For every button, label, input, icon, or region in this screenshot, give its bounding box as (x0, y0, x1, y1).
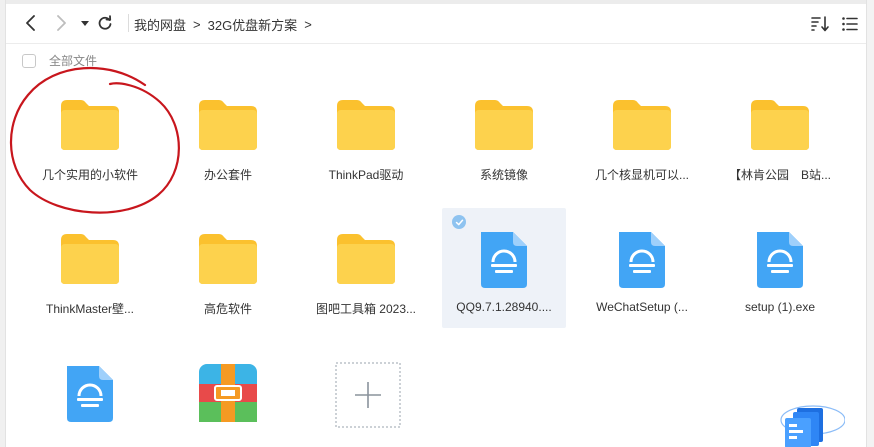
file-grid-item[interactable]: QQ9.7.1.28940.... (442, 208, 566, 328)
back-button[interactable] (20, 12, 42, 34)
floating-app-widget[interactable] (775, 400, 846, 447)
refresh-button[interactable] (94, 12, 116, 34)
item-label: 高危软件 (203, 302, 252, 316)
sort-icon (811, 16, 829, 32)
item-icon-wrap (59, 362, 121, 424)
toolbar-divider (128, 14, 129, 32)
toolbar: 我的网盘 > 32G优盘新方案 > (6, 4, 866, 42)
item-icon-wrap (197, 94, 259, 156)
history-dropdown-button[interactable] (74, 12, 96, 34)
file-grid-item[interactable]: 图吧工具箱 2023... (304, 208, 428, 328)
floating-app-icon (780, 405, 846, 447)
list-view-button[interactable] (840, 14, 860, 34)
selected-check-icon[interactable] (452, 215, 466, 229)
window-right-scrollbar-track[interactable] (866, 0, 874, 447)
folder-icon (337, 100, 395, 150)
file-grid-item[interactable] (28, 342, 152, 447)
select-all-label: 全部文件 (49, 54, 98, 68)
installer-file-icon (481, 232, 527, 288)
add-new-item[interactable] (304, 342, 428, 447)
item-label: ThinkPad驱动 (328, 168, 404, 182)
window-left-edge (0, 0, 6, 447)
item-icon-wrap (59, 94, 121, 156)
add-plus-icon (335, 362, 401, 428)
file-grid-item[interactable]: 系统镜像 (442, 74, 566, 194)
item-label: 系统镜像 (479, 168, 528, 182)
file-grid-item[interactable]: ThinkPad驱动 (304, 74, 428, 194)
breadcrumb-separator: > (304, 17, 312, 32)
history-dropdown-icon (81, 21, 89, 26)
refresh-icon (98, 15, 112, 30)
item-icon-wrap (197, 362, 259, 424)
folder-icon (199, 234, 257, 284)
back-arrow-icon (26, 15, 35, 31)
item-label: 几个实用的小软件 (41, 168, 138, 182)
file-grid-item[interactable]: setup (1).exe (718, 208, 842, 328)
folder-icon (61, 234, 119, 284)
file-grid-item[interactable]: 高危软件 (166, 208, 290, 328)
breadcrumb-separator: > (193, 17, 201, 32)
item-icon-wrap (335, 362, 401, 428)
item-icon-wrap (197, 228, 259, 290)
folder-icon (61, 100, 119, 150)
file-grid-item[interactable]: WeChatSetup (... (580, 208, 704, 328)
file-grid-item[interactable]: 【林肯公园 B站... (718, 74, 842, 194)
item-label: 几个核显机可以... (594, 168, 689, 182)
item-label: setup (1).exe (744, 300, 816, 314)
item-icon-wrap (749, 94, 811, 156)
folder-icon (751, 100, 809, 150)
breadcrumb: 我的网盘 > 32G优盘新方案 > (134, 15, 319, 34)
archive-file-icon (199, 364, 257, 422)
folder-icon (199, 100, 257, 150)
item-label: 【林肯公园 B站... (728, 168, 831, 182)
item-icon-wrap (335, 94, 397, 156)
installer-file-icon (619, 232, 665, 288)
list-view-icon (842, 17, 858, 31)
item-icon-wrap (611, 228, 673, 290)
file-grid-item[interactable]: 几个实用的小软件 (28, 74, 152, 194)
installer-file-icon (67, 366, 113, 422)
file-grid-item[interactable] (166, 342, 290, 447)
item-icon-wrap (611, 94, 673, 156)
select-all-row: 全部文件 (22, 52, 97, 69)
installer-file-icon (757, 232, 803, 288)
toolbar-bottom-divider (6, 43, 866, 44)
sort-button[interactable] (810, 14, 830, 34)
file-grid-item[interactable]: ThinkMaster壁... (28, 208, 152, 328)
file-grid-item[interactable]: 办公套件 (166, 74, 290, 194)
item-icon-wrap (473, 228, 535, 290)
item-label: QQ9.7.1.28940.... (456, 300, 552, 314)
forward-arrow-icon (57, 15, 66, 31)
item-icon-wrap (473, 94, 535, 156)
item-icon-wrap (59, 228, 121, 290)
folder-icon (613, 100, 671, 150)
item-label: 办公套件 (203, 168, 252, 182)
breadcrumb-item-root[interactable]: 我的网盘 (134, 15, 186, 34)
file-grid-item[interactable]: 几个核显机可以... (580, 74, 704, 194)
breadcrumb-item-current[interactable]: 32G优盘新方案 (208, 15, 298, 34)
item-icon-wrap (335, 228, 397, 290)
forward-button[interactable] (50, 12, 72, 34)
item-label: WeChatSetup (... (596, 300, 688, 314)
folder-icon (337, 234, 395, 284)
select-all-checkbox[interactable] (22, 53, 36, 68)
item-label: ThinkMaster壁... (45, 302, 135, 316)
item-label: 图吧工具箱 2023... (315, 302, 417, 316)
folder-icon (475, 100, 533, 150)
item-icon-wrap (749, 228, 811, 290)
